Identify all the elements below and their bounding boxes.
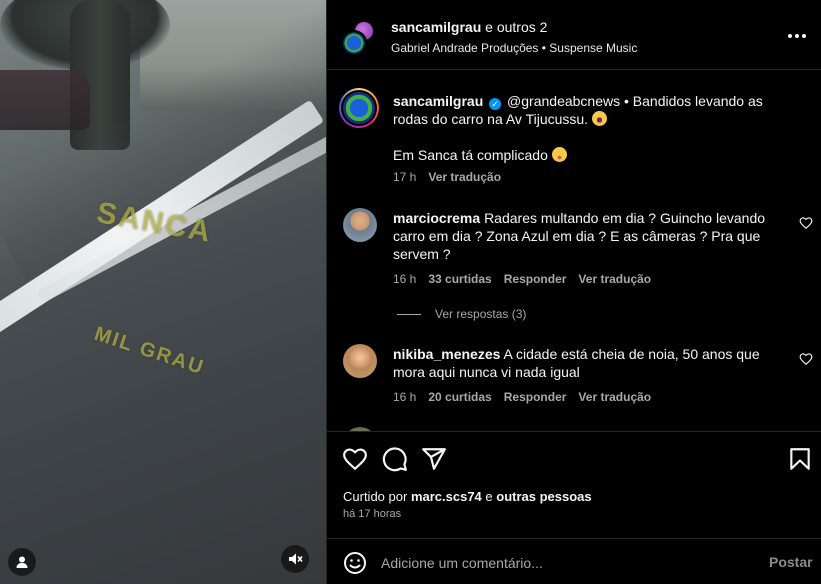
comment-time[interactable]: 16 h xyxy=(393,272,416,286)
liked-by-joiner: e xyxy=(485,489,493,504)
heart-icon[interactable] xyxy=(342,446,368,472)
comment-likes[interactable]: 33 curtidas xyxy=(428,272,491,286)
more-options-icon xyxy=(788,34,806,38)
comment-likes[interactable]: 20 curtidas xyxy=(428,390,491,404)
more-options-button[interactable] xyxy=(783,24,811,48)
video-parked-car xyxy=(0,70,90,130)
comment-time[interactable]: 16 h xyxy=(393,390,416,404)
comment-text: marciocrema Radares multando em dia ? Gu… xyxy=(393,209,773,263)
avatar[interactable] xyxy=(343,208,377,242)
avatar[interactable] xyxy=(343,344,377,378)
muted-speaker-icon xyxy=(289,553,303,565)
reply-button[interactable]: Responder xyxy=(504,390,567,404)
post-header: sancamilgrau e outros 2 Gabriel Andrade … xyxy=(327,0,821,70)
comment-meta: 16 h 33 curtidas Responder Ver tradução xyxy=(393,272,651,286)
replies-divider xyxy=(397,313,421,315)
avatar[interactable] xyxy=(339,88,379,128)
comment-username[interactable]: marciocrema xyxy=(393,210,480,226)
caption-text: sancamilgrau ✓ @grandeabcnews • Bandidos… xyxy=(393,92,773,164)
heart-icon[interactable] xyxy=(799,352,813,366)
post-comment-button[interactable]: Postar xyxy=(769,554,813,570)
comment-username[interactable]: nikiba_menezes xyxy=(393,346,500,362)
collab-avatars[interactable] xyxy=(341,20,377,56)
caption-meta: 17 h Ver tradução xyxy=(393,170,501,184)
liked-by-user[interactable]: marc.scs74 xyxy=(411,489,482,504)
comment-input[interactable] xyxy=(381,553,751,573)
emoji-icon[interactable] xyxy=(343,551,367,575)
caption-time[interactable]: 17 h xyxy=(393,170,416,184)
post-timestamp[interactable]: há 17 horas xyxy=(343,508,401,520)
heart-icon[interactable] xyxy=(799,216,813,230)
comments-list[interactable]: sancamilgrau ✓ @grandeabcnews • Bandidos… xyxy=(327,71,821,431)
video-player[interactable]: SANCA MIL GRAU xyxy=(0,0,326,584)
post-actions-bar xyxy=(327,431,821,477)
post-authors[interactable]: sancamilgrau e outros 2 xyxy=(391,19,547,35)
comment-composer: Postar xyxy=(327,538,821,584)
author-username[interactable]: sancamilgrau xyxy=(391,19,481,35)
comment-text: nikiba_menezes A cidade está cheia de no… xyxy=(393,345,773,381)
view-replies-label: Ver respostas (3) xyxy=(435,307,527,321)
tagged-users-button[interactable] xyxy=(8,548,36,576)
coauthors-link[interactable]: e outros 2 xyxy=(485,19,547,35)
liked-by-others[interactable]: outras pessoas xyxy=(496,489,591,504)
bookmark-icon[interactable] xyxy=(787,446,813,472)
comment-icon[interactable] xyxy=(382,446,408,472)
tired-emoji-icon xyxy=(551,147,567,162)
reply-button[interactable]: Responder xyxy=(504,272,567,286)
avatar xyxy=(341,30,367,56)
liked-by: Curtido por marc.scs74 e outras pessoas xyxy=(343,489,592,504)
verified-badge-icon: ✓ xyxy=(489,98,502,110)
liked-by-prefix: Curtido por xyxy=(343,489,408,504)
caption-username[interactable]: sancamilgrau xyxy=(393,93,483,109)
share-icon[interactable] xyxy=(421,446,447,472)
watermark-bottom: MIL GRAU xyxy=(91,322,208,380)
translate-link[interactable]: Ver tradução xyxy=(578,272,651,286)
translate-link[interactable]: Ver tradução xyxy=(578,390,651,404)
comment-meta: 16 h 20 curtidas Responder Ver tradução xyxy=(393,390,651,404)
mute-toggle-button[interactable] xyxy=(281,545,309,573)
caption-body-2: Em Sanca tá complicado xyxy=(393,147,548,163)
post-side-panel: sancamilgrau e outros 2 Gabriel Andrade … xyxy=(326,0,821,584)
shocked-emoji-icon xyxy=(591,111,607,126)
audio-attribution[interactable]: Gabriel Andrade Produções • Suspense Mus… xyxy=(391,41,637,55)
view-replies-button[interactable]: Ver respostas (3) xyxy=(397,307,526,321)
translate-link[interactable]: Ver tradução xyxy=(428,170,501,184)
user-icon xyxy=(16,556,28,568)
